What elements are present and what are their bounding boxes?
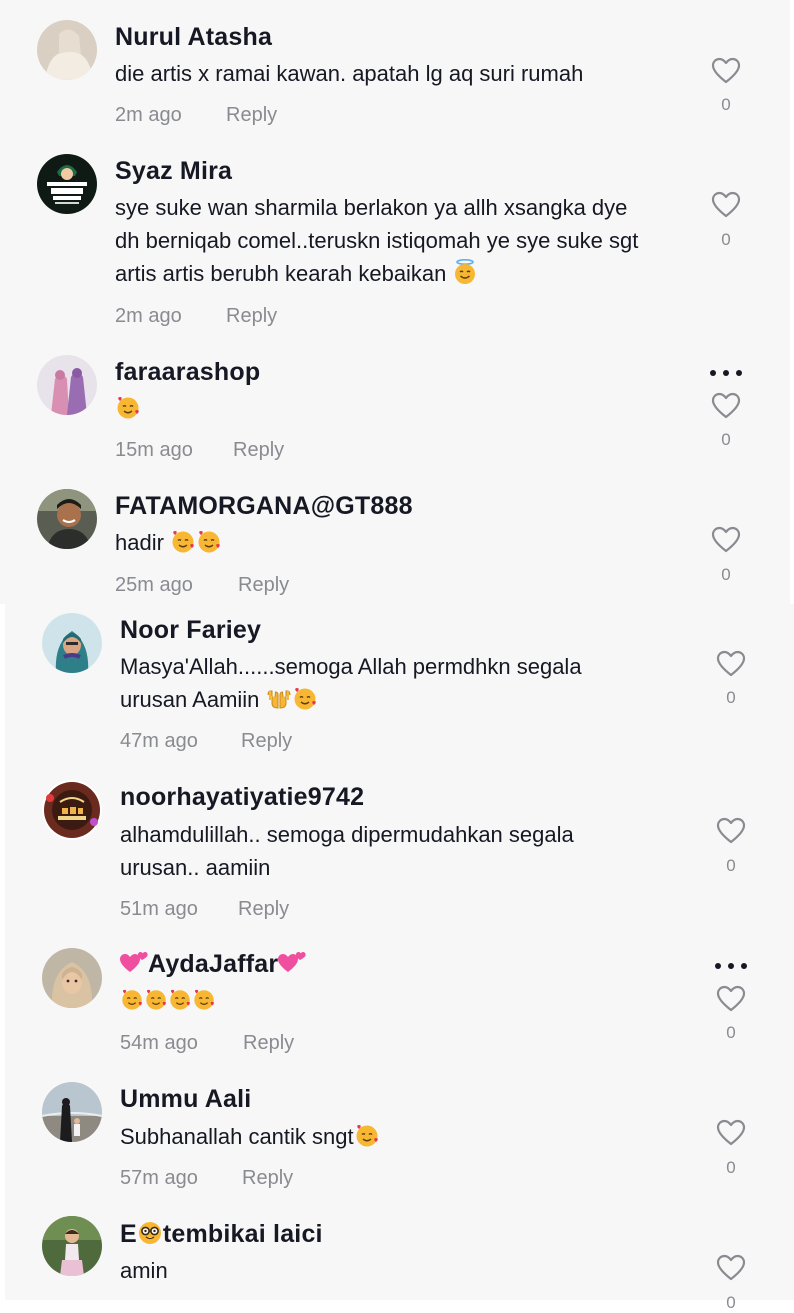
smiling-face-with-hearts-icon	[198, 531, 220, 553]
user-avatar[interactable]	[37, 355, 97, 415]
comment-item: Noor Fariey Masya'Allah......semoga Alla…	[5, 604, 794, 766]
comment-item: Nurul Atasha die artis x ramai kawan. ap…	[0, 0, 790, 136]
like-heart-icon[interactable]	[711, 191, 741, 219]
more-options-icon[interactable]	[714, 962, 748, 970]
reply-button[interactable]: Reply	[226, 305, 277, 328]
comment-text: amin	[120, 1258, 168, 1283]
more-options-icon[interactable]	[709, 369, 743, 377]
comment-username[interactable]: Nurul Atasha	[115, 23, 272, 52]
comment-time: 15m ago	[115, 439, 193, 461]
smiling-face-with-hearts-icon	[122, 989, 142, 1010]
comment-item: FATAMORGANA@GT888 hadir 25m ago Reply 0	[0, 471, 790, 604]
like-count: 0	[726, 1158, 736, 1177]
comment-item: Syaz Mira sye suke wan sharmila berlakon…	[0, 136, 790, 337]
comment-item: faraarashop 15m ago Reply 0	[0, 337, 790, 471]
comment-text	[115, 392, 141, 425]
comment-username[interactable]: Ummu Aali	[120, 1085, 251, 1114]
like-count: 0	[721, 430, 731, 449]
nerd-face-icon	[138, 1222, 161, 1244]
like-heart-icon[interactable]	[711, 57, 741, 85]
comment-text-line: urusan Aamiin	[120, 687, 260, 712]
comment-text-line: artis artis berubh kearah kebaikan	[115, 261, 447, 286]
two-hearts-icon	[120, 952, 148, 972]
comment-time: 57m ago	[120, 1167, 198, 1189]
like-heart-icon[interactable]	[711, 392, 741, 420]
reply-button[interactable]: Reply	[243, 1032, 294, 1055]
comment-text: alhamdulillah.. semoga dipermudahkan seg…	[120, 822, 574, 847]
user-avatar[interactable]	[37, 489, 97, 549]
comment-text-line: hadir	[115, 530, 164, 555]
user-avatar[interactable]	[42, 948, 102, 1008]
like-count: 0	[721, 95, 731, 114]
comment-username[interactable]: AydaJaffar	[120, 950, 306, 979]
like-heart-icon[interactable]	[716, 1119, 746, 1147]
comment-username[interactable]: Syaz Mira	[115, 157, 232, 186]
like-heart-icon[interactable]	[711, 526, 741, 554]
comment-time: 2m ago	[115, 104, 182, 126]
palms-up-together-icon	[267, 690, 291, 709]
comment-text: dh berniqab comel..teruskn istiqomah ye …	[115, 228, 639, 253]
like-count: 0	[726, 1293, 736, 1312]
comment-item: Etembikai laici amin 0	[5, 1202, 794, 1312]
comment-username[interactable]: faraarashop	[115, 358, 260, 387]
comment-text: urusan Aamiin	[120, 683, 318, 716]
comment-text: hadir	[115, 526, 222, 559]
user-avatar[interactable]	[42, 1082, 102, 1142]
comment-text: sye suke wan sharmila berlakon ya allh x…	[115, 195, 628, 220]
comment-username[interactable]: FATAMORGANA@GT888	[115, 492, 413, 521]
comment-username[interactable]: Noor Fariey	[120, 616, 261, 645]
smiling-face-with-hearts-icon	[172, 531, 194, 553]
comment-text: urusan.. aamiin	[120, 855, 271, 880]
like-count: 0	[726, 1023, 736, 1042]
user-avatar[interactable]	[37, 20, 97, 80]
comment-username[interactable]: Etembikai laici	[120, 1220, 323, 1249]
comment-text-line: Subhanallah cantik sngt	[120, 1124, 354, 1149]
like-heart-icon[interactable]	[716, 650, 746, 678]
username-text: E	[120, 1220, 137, 1248]
reply-button[interactable]: Reply	[238, 898, 289, 921]
like-count: 0	[721, 230, 731, 249]
comment-item: Ummu Aali Subhanallah cantik sngt 57m ag…	[5, 1068, 794, 1202]
like-heart-icon[interactable]	[716, 985, 746, 1013]
comment-text: artis artis berubh kearah kebaikan	[115, 257, 477, 290]
comment-time: 51m ago	[120, 898, 198, 920]
smiling-face-with-hearts-icon	[194, 989, 214, 1010]
comment-item: noorhayatiyatie9742 alhamdulillah.. semo…	[5, 766, 794, 932]
smiling-face-with-hearts-icon	[170, 989, 190, 1010]
user-avatar[interactable]	[42, 613, 102, 673]
comment-username[interactable]: noorhayatiyatie9742	[120, 783, 364, 812]
like-heart-icon[interactable]	[716, 1254, 746, 1282]
comment-time: 25m ago	[115, 574, 193, 596]
user-avatar[interactable]	[42, 1216, 102, 1276]
comment-text	[120, 984, 216, 1017]
reply-button[interactable]: Reply	[241, 730, 292, 753]
username-text: tembikai laici	[162, 1220, 323, 1248]
like-count: 0	[726, 688, 736, 707]
smiling-face-with-hearts-icon	[146, 989, 166, 1010]
comment-text: die artis x ramai kawan. apatah lg aq su…	[115, 61, 584, 86]
comment-text: Subhanallah cantik sngt	[120, 1120, 380, 1153]
comment-time: 54m ago	[120, 1032, 198, 1054]
smiling-face-with-hearts-icon	[117, 397, 139, 419]
comment-text: Masya'Allah......semoga Allah permdhkn s…	[120, 654, 582, 679]
like-heart-icon[interactable]	[716, 817, 746, 845]
comment-item: AydaJaffar 54m ago Reply 0	[5, 932, 794, 1068]
smiling-face-with-hearts-icon	[356, 1125, 378, 1147]
reply-button[interactable]: Reply	[238, 574, 289, 597]
comment-list: Nurul Atasha die artis x ramai kawan. ap…	[0, 0, 794, 1312]
user-avatar[interactable]	[37, 154, 97, 214]
reply-button[interactable]: Reply	[233, 439, 284, 462]
username-text: AydaJaffar	[148, 950, 279, 978]
smiling-face-with-hearts-icon	[294, 688, 316, 710]
like-count: 0	[726, 856, 736, 875]
reply-button[interactable]: Reply	[242, 1167, 293, 1190]
reply-button[interactable]: Reply	[226, 104, 277, 127]
two-hearts-icon	[278, 952, 306, 972]
smiling-face-with-halo-icon	[454, 259, 475, 284]
comment-time: 2m ago	[115, 305, 182, 327]
user-avatar[interactable]	[42, 780, 102, 840]
like-count: 0	[721, 565, 731, 584]
comment-time: 47m ago	[120, 730, 198, 752]
